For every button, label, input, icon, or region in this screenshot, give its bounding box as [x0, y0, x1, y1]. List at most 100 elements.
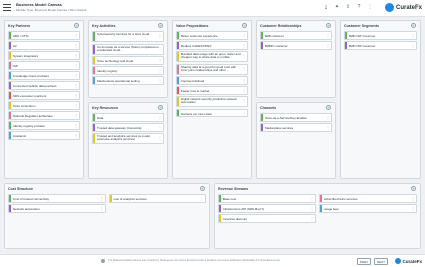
canvas-note[interactable]: Bundled data usage with an open, faster … [176, 51, 248, 62]
canvas-note[interactable]: usage fees ⋮ [319, 204, 417, 213]
note-menu-icon[interactable]: ⋮ [326, 42, 330, 49]
canvas-note[interactable]: Incentive discount ⋮ [218, 214, 316, 223]
note-menu-icon[interactable]: ⋮ [242, 32, 246, 39]
note-menu-icon[interactable]: ⋮ [242, 42, 246, 49]
note-menu-icon[interactable]: ⋮ [74, 122, 78, 129]
note-menu-icon[interactable]: ⋮ [74, 132, 78, 139]
export-icon[interactable]: ⇪ [345, 4, 351, 11]
note-menu-icon[interactable]: ⋮ [242, 97, 246, 105]
note-menu-icon[interactable]: ⋮ [326, 124, 330, 131]
canvas-note[interactable]: Telco-as-a-Service/Key Enabler ⋮ [260, 113, 332, 122]
help-icon[interactable]: ? [356, 4, 362, 11]
add-note-icon[interactable]: + [200, 186, 205, 191]
note-menu-icon[interactable]: ⋮ [74, 112, 78, 119]
note-menu-icon[interactable]: ⋮ [74, 92, 78, 99]
note-menu-icon[interactable]: ⋮ [326, 114, 330, 121]
canvas-note[interactable]: Telco consortium ⋮ [8, 101, 80, 110]
note-menu-icon[interactable]: ⋮ [310, 195, 314, 202]
note-menu-icon[interactable]: ⋮ [242, 65, 246, 73]
note-menu-icon[interactable]: ⋮ [158, 57, 162, 64]
canvas-note[interactable]: AV ⋮ [8, 41, 80, 50]
note-menu-icon[interactable]: ⋮ [158, 77, 162, 84]
canvas-note[interactable]: Infrastructure API (SDN Bud ?) ⋮ [218, 204, 316, 213]
note-menu-icon[interactable]: ⋮ [158, 114, 162, 121]
panel-body: Base cost ⋮ Infrastructure API (SDN Bud ?)… [215, 194, 420, 224]
next-button[interactable]: NEXT [374, 258, 388, 265]
canvas-note[interactable]: Telco technology and cloud ⋮ [92, 56, 164, 65]
canvas-note[interactable]: Connected Vehicle data partners ⋮ [8, 81, 80, 90]
note-menu-icon[interactable]: ⋮ [158, 32, 162, 40]
more-vertical-icon[interactable]: ⋮ [367, 4, 373, 11]
note-menu-icon[interactable]: ⋮ [74, 82, 78, 89]
prev-button[interactable]: PREV [357, 258, 371, 265]
canvas-note[interactable]: Base cost ⋮ [218, 194, 316, 203]
canvas-note[interactable]: Better customer experience ⋮ [176, 31, 248, 40]
add-note-icon[interactable]: + [411, 186, 416, 191]
note-menu-icon[interactable]: ⋮ [74, 62, 78, 69]
note-menu-icon[interactable]: ⋮ [411, 205, 415, 212]
note-menu-icon[interactable]: ⋮ [74, 52, 78, 59]
note-menu-icon[interactable]: ⋮ [158, 45, 162, 53]
canvas-note[interactable]: Harness our inner data ⋮ [176, 108, 248, 117]
canvas-note[interactable]: Trusted and analytics services (a model,… [92, 133, 164, 144]
note-menu-icon[interactable]: ⋮ [158, 124, 162, 131]
canvas-note[interactable]: Knowledge cloud providers ⋮ [8, 71, 80, 80]
note-menu-icon[interactable]: ⋮ [411, 195, 415, 202]
note-menu-icon[interactable]: ⋮ [242, 77, 246, 84]
note-menu-icon[interactable]: ⋮ [200, 195, 204, 202]
add-note-icon[interactable]: + [326, 105, 331, 110]
canvas-note[interactable]: Cybersecurity services for a telco cloud… [92, 31, 164, 42]
add-note-icon[interactable]: + [326, 23, 331, 28]
note-menu-icon[interactable]: ⋮ [326, 32, 330, 39]
note-menu-icon[interactable]: ⋮ [74, 102, 78, 109]
note-menu-icon[interactable]: ⋮ [74, 72, 78, 79]
note-menu-icon[interactable]: ⋮ [74, 32, 78, 39]
canvas-note[interactable]: Trusted data gateway (Consortia) ⋮ [92, 123, 164, 132]
canvas-note[interactable]: Identity registry provider ⋮ [8, 121, 80, 130]
note-menu-icon[interactable]: ⋮ [158, 134, 162, 142]
canvas-note[interactable]: ISP ⋮ [8, 61, 80, 70]
note-menu-icon[interactable]: ⋮ [411, 42, 415, 49]
canvas-note[interactable]: ABS / OTTs ⋮ [8, 31, 80, 40]
canvas-note[interactable]: Marketplace services ⋮ [260, 123, 332, 132]
canvas-note[interactable]: Co-innovate as a service (Telco) complet… [92, 43, 164, 55]
note-menu-icon[interactable]: ⋮ [158, 67, 162, 74]
canvas-note[interactable]: Faster time to market ⋮ [176, 86, 248, 95]
add-note-icon[interactable]: + [242, 23, 247, 28]
add-note-icon[interactable]: + [74, 23, 79, 28]
add-note-icon[interactable]: + [158, 23, 163, 28]
canvas-note[interactable]: B2B customer ⋮ [260, 31, 332, 40]
pin-icon[interactable]: ✦ [334, 4, 340, 11]
note-menu-icon[interactable]: ⋮ [100, 195, 104, 202]
canvas-note[interactable]: Data ⋮ [92, 113, 164, 122]
add-note-icon[interactable]: + [411, 23, 416, 28]
canvas-note[interactable]: subscribed telco services ⋮ [319, 194, 417, 203]
canvas-note[interactable]: Reduce CAPEX/OPEX ⋮ [176, 41, 248, 50]
note-menu-icon[interactable]: ⋮ [411, 32, 415, 39]
canvas-note[interactable]: Sharing data at a good for good trust wi… [176, 63, 248, 75]
canvas-note[interactable]: B2B2C customer ⋮ [260, 41, 332, 50]
canvas-note[interactable]: B2B CSP Customer ⋮ [344, 41, 417, 50]
note-menu-icon[interactable]: ⋮ [310, 215, 314, 222]
note-menu-icon[interactable]: ⋮ [74, 42, 78, 49]
download-icon[interactable]: ⤓ [323, 4, 329, 11]
canvas-note[interactable]: Digital network security predictive netw… [176, 96, 248, 107]
canvas-note[interactable]: Maintenance operational tooling ⋮ [92, 76, 164, 85]
canvas-note[interactable]: Network automation ⋮ [8, 204, 106, 213]
hamburger-menu-icon[interactable] [3, 4, 11, 12]
canvas-note[interactable]: National Regulator authorities ⋮ [8, 111, 80, 120]
note-menu-icon[interactable]: ⋮ [242, 87, 246, 94]
canvas-note[interactable]: Academic ⋮ [8, 131, 80, 140]
canvas-note[interactable]: cost of analytics services ⋮ [108, 194, 206, 203]
canvas-note[interactable]: System integrators ⋮ [8, 51, 80, 60]
canvas-note[interactable]: Cost of trusted connectivity ⋮ [8, 194, 106, 203]
canvas-note[interactable]: SDN ecosystem partners ⋮ [8, 91, 80, 100]
note-menu-icon[interactable]: ⋮ [100, 205, 104, 212]
canvas-note[interactable]: B2B CSP Customer ⋮ [344, 31, 417, 40]
note-menu-icon[interactable]: ⋮ [310, 205, 314, 212]
canvas-note[interactable]: Identity registry ⋮ [92, 66, 164, 75]
note-menu-icon[interactable]: ⋮ [242, 110, 246, 117]
canvas-note[interactable]: Improved defined ⋮ [176, 76, 248, 85]
note-menu-icon[interactable]: ⋮ [242, 52, 246, 60]
add-note-icon[interactable]: + [158, 105, 163, 110]
